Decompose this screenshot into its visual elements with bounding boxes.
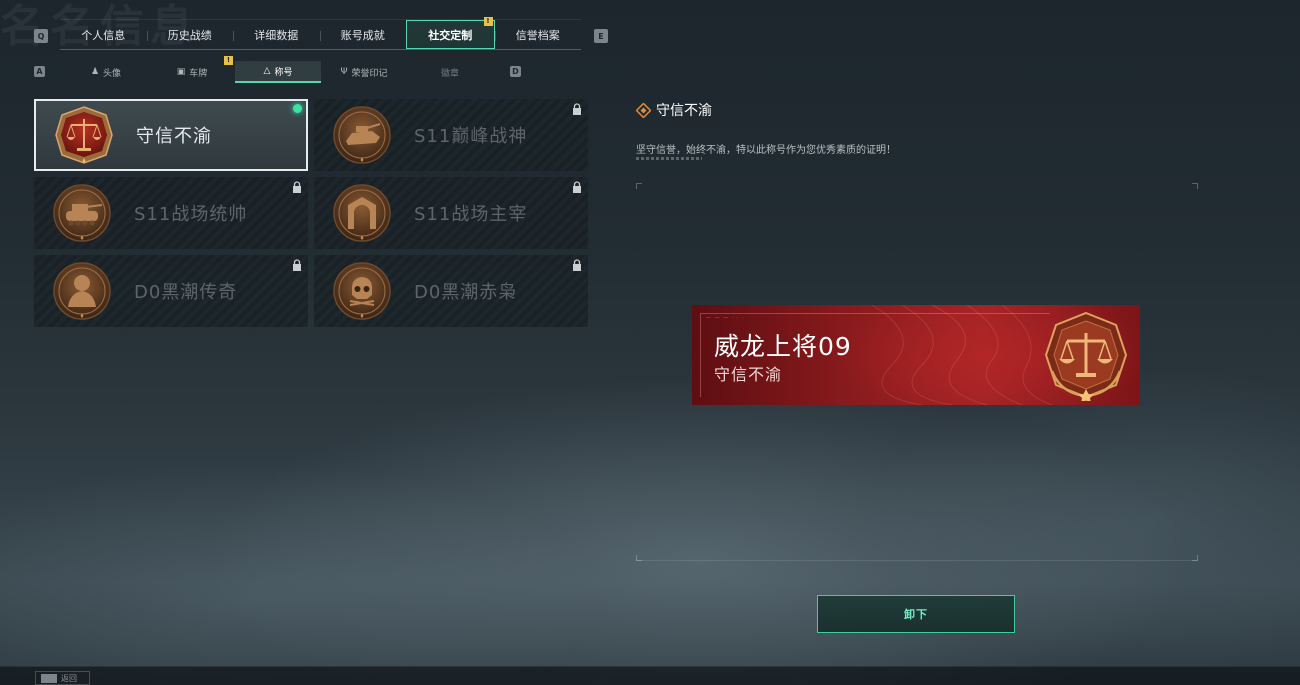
prev-tab-key[interactable]: Q (34, 29, 48, 43)
tank-medal-icon (53, 184, 111, 242)
nameplate-preview: — — — · · · 威龙上将09 守信不渝 (692, 305, 1140, 405)
sub-tabs: ♟ 头像 ▣ 车牌 ! △ 称号 Ψ 荣誉印记 徽章 (63, 56, 493, 83)
subtab-honor-mark[interactable]: Ψ 荣誉印记 (321, 61, 407, 83)
detail-description: 坚守信誉，始终不渝，特以此称号作为您优秀素质的证明！ (636, 145, 896, 156)
player-name: 威龙上将09 (714, 332, 852, 361)
lock-icon (573, 181, 581, 193)
unequip-button[interactable]: 卸下 (817, 595, 1015, 633)
title-label: S11巅峰战神 (414, 126, 528, 147)
scales-medal-icon (1044, 311, 1128, 401)
subtab-label: 车牌 (189, 68, 208, 79)
title-label: S11战场主宰 (414, 204, 528, 225)
scales-medal-icon (55, 106, 113, 164)
subtab-label: 头像 (103, 68, 122, 79)
subtab-label: 荣誉印记 (351, 68, 388, 79)
title-label: 守信不渝 (136, 126, 212, 147)
tab-achievements[interactable]: 账号成就 (319, 20, 407, 49)
subtab-label: 称号 (274, 67, 293, 78)
tab-personal-info[interactable]: 个人信息 (60, 20, 147, 49)
honor-mark-icon: Ψ (340, 67, 348, 77)
description-divider (636, 157, 702, 160)
tab-label: 个人信息 (81, 28, 126, 42)
tab-reputation[interactable]: 信誉档案 (494, 20, 582, 49)
back-button[interactable]: 返回 (35, 671, 90, 685)
new-badge: ! (224, 56, 233, 65)
prev-subtab-key[interactable]: A (34, 66, 45, 77)
detail-title: 守信不渝 (636, 100, 712, 120)
gate-medal-icon (333, 184, 391, 242)
next-subtab-key[interactable]: D (510, 66, 521, 77)
next-tab-key[interactable]: E (594, 29, 608, 43)
tab-label: 信誉档案 (515, 28, 560, 42)
detail-title-text: 守信不渝 (656, 103, 712, 119)
main-tabs: 个人信息 历史战绩 详细数据 账号成就 社交定制 ! 信誉档案 (60, 17, 582, 50)
esc-key-icon (41, 673, 57, 683)
bottom-bar (0, 666, 1300, 685)
tab-label: 社交定制 (428, 28, 473, 42)
subtab-badge[interactable]: 徽章 (407, 61, 493, 83)
title-label: D0黑潮传奇 (134, 282, 238, 303)
new-badge: ! (483, 17, 493, 26)
subtab-plate[interactable]: ▣ 车牌 ! (149, 56, 235, 83)
lock-icon (573, 259, 581, 271)
tab-details[interactable]: 详细数据 (233, 20, 320, 49)
tab-label: 历史战绩 (167, 28, 212, 42)
back-label: 返回 (61, 673, 77, 683)
title-card-d0-legend[interactable]: D0黑潮传奇 (34, 255, 308, 327)
equipped-indicator (293, 104, 302, 113)
lock-icon (293, 259, 301, 271)
title-icon: △ (263, 66, 271, 76)
tab-history[interactable]: 历史战绩 (146, 20, 234, 49)
tab-label: 账号成就 (340, 28, 385, 42)
subtab-title[interactable]: △ 称号 (235, 61, 321, 83)
title-card-s11-peak[interactable]: S11巅峰战神 (314, 99, 588, 171)
tab-social-custom[interactable]: 社交定制 ! (406, 17, 495, 49)
title-label: D0黑潮赤枭 (414, 282, 518, 303)
title-label: S11战场统帅 (134, 204, 248, 225)
plate-decoration: — — — · · · (706, 315, 745, 321)
diamond-icon (636, 102, 651, 118)
soldier-medal-icon (53, 262, 111, 320)
lock-icon (573, 103, 581, 115)
tab-label: 详细数据 (254, 28, 299, 42)
title-card-shouxin[interactable]: 守信不渝 (34, 99, 308, 171)
person-icon: ♟ (90, 67, 100, 77)
plate-title: 守信不渝 (714, 365, 783, 384)
title-card-s11-commander[interactable]: S11战场统帅 (34, 177, 308, 249)
lock-icon (293, 181, 301, 193)
tank-medal-icon (333, 106, 391, 164)
skull-medal-icon (333, 262, 391, 320)
plate-icon: ▣ (176, 67, 186, 77)
title-card-s11-ruler[interactable]: S11战场主宰 (314, 177, 588, 249)
title-card-d0-owl[interactable]: D0黑潮赤枭 (314, 255, 588, 327)
subtab-label: 徽章 (440, 68, 459, 79)
subtab-avatar[interactable]: ♟ 头像 (63, 61, 149, 83)
